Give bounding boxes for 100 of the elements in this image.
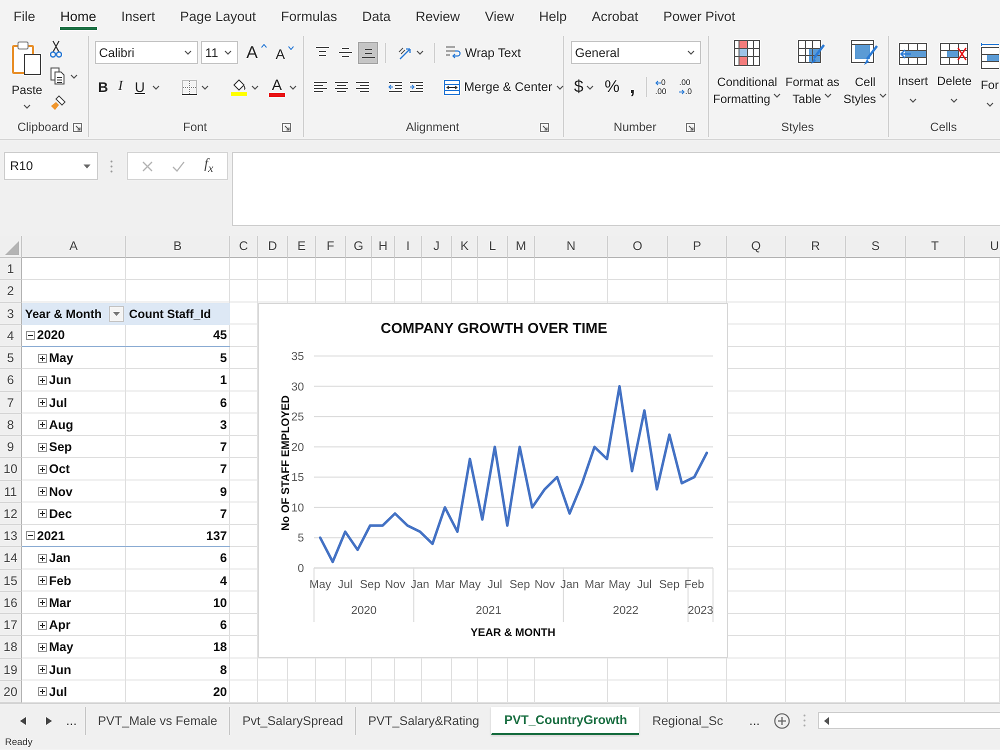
font-style-button[interactable]: B <box>95 76 112 98</box>
plus-box-icon[interactable] <box>38 487 47 496</box>
font-style-button[interactable]: I <box>115 76 126 98</box>
sheet-tab[interactable]: PVT_Male vs Female <box>84 706 230 734</box>
more-sheets-button[interactable]: ... <box>52 713 85 728</box>
row-number: 14 <box>0 547 22 570</box>
minus-box-icon[interactable] <box>26 531 35 540</box>
copy-button[interactable] <box>50 67 78 85</box>
ribbon-tab[interactable]: View <box>472 0 526 32</box>
plus-box-icon[interactable] <box>38 509 47 518</box>
name-box[interactable]: R10 <box>4 152 98 180</box>
align-button[interactable] <box>358 42 378 64</box>
more-sheets-button[interactable]: ... <box>735 713 768 728</box>
dialog-launcher-icon[interactable] <box>686 122 695 132</box>
sheet-tab[interactable]: PVT_CountryGrowth <box>491 706 640 734</box>
plus-box-icon[interactable] <box>38 442 47 452</box>
plus-box-icon[interactable] <box>38 354 47 363</box>
dialog-launcher-icon[interactable] <box>282 122 291 132</box>
triangle-left-icon[interactable] <box>20 716 26 724</box>
align-center-icon <box>334 80 349 94</box>
caret-icon <box>23 104 31 109</box>
style-button[interactable]: Conditional Formatting <box>713 40 782 117</box>
formula-input[interactable] <box>232 152 1000 226</box>
row-number: 9 <box>0 436 22 458</box>
grow-font-button[interactable]: A <box>243 42 270 64</box>
table-cell-text: 7 <box>219 506 228 523</box>
plus-box-icon[interactable] <box>38 576 47 586</box>
table-cell-text: 6 <box>219 617 228 634</box>
cell-brush-icon <box>851 40 880 66</box>
group-label: Styles <box>781 120 814 134</box>
paste-button[interactable]: Paste <box>10 39 44 117</box>
row-label: Jul <box>49 684 68 699</box>
plus-box-icon[interactable] <box>38 620 47 630</box>
ribbon-tab[interactable]: Data <box>350 0 404 32</box>
plus-box-icon[interactable] <box>38 642 47 652</box>
axis-title: No OF STAFF EMPLOYED <box>280 394 292 530</box>
ribbon-tab[interactable]: Insert <box>108 0 168 32</box>
ribbon-tab[interactable]: Formulas <box>268 0 350 32</box>
plus-circle-icon[interactable] <box>774 712 790 728</box>
decimal-button[interactable]: 0 .00 <box>655 78 676 96</box>
percent-button[interactable]: % <box>601 75 623 99</box>
row-label: Jan <box>49 551 71 566</box>
filter-button[interactable] <box>109 306 124 322</box>
font-color-button[interactable]: A <box>266 76 300 98</box>
minus-box-icon[interactable] <box>26 330 35 340</box>
axis-tick-label: May <box>608 578 630 590</box>
ribbon-tab[interactable]: Acrobat <box>579 0 651 32</box>
group-label: Number <box>614 120 656 134</box>
axis-tick-label: Jul <box>637 578 652 590</box>
dots-icon[interactable] <box>802 714 806 727</box>
comma-button[interactable]: , <box>626 75 638 99</box>
axis-tick-label: 25 <box>291 411 304 424</box>
merge-center-button[interactable]: Merge & Center <box>441 76 568 98</box>
plus-box-icon[interactable] <box>38 420 47 430</box>
horizontal-scrollbar[interactable] <box>818 712 1000 729</box>
ribbon-tab[interactable]: Power Pivot <box>650 0 748 32</box>
column-letter: T <box>906 236 965 258</box>
plus-box-icon[interactable] <box>38 598 47 608</box>
currency-button[interactable]: $ <box>571 75 598 99</box>
caret-icon <box>250 84 259 90</box>
number-format-field[interactable]: General <box>571 41 701 64</box>
table-cell-text: 6 <box>219 394 228 412</box>
plus-box-icon[interactable] <box>38 665 47 674</box>
ribbon-tab[interactable]: Review <box>403 0 472 32</box>
shrink-font-button[interactable]: A <box>272 42 297 64</box>
table-cell-text: 18 <box>212 639 228 656</box>
plus-box-icon[interactable] <box>38 376 47 385</box>
style-button[interactable]: Cell Styles <box>843 40 888 117</box>
wrap-text-button[interactable]: Wrap Text <box>442 42 524 64</box>
plus-box-icon[interactable] <box>38 398 47 408</box>
triangle-right-icon[interactable] <box>46 716 52 724</box>
dialog-launcher-icon[interactable] <box>73 122 82 132</box>
ribbon-tab[interactable]: Page Layout <box>168 0 268 32</box>
font-style-button[interactable]: U <box>132 76 163 98</box>
row-number: 13 <box>0 525 22 548</box>
cells-button[interactable]: Delete <box>937 40 972 117</box>
sheet-tab[interactable]: Pvt_SalarySpread <box>229 706 356 734</box>
ribbon-tab[interactable]: File <box>1 0 48 32</box>
font-name-field[interactable]: Calibri <box>95 41 198 64</box>
plus-box-icon[interactable] <box>38 554 47 563</box>
plus-box-icon[interactable] <box>38 464 47 474</box>
sheet-tab[interactable]: Regional_Sc <box>639 706 736 734</box>
insert-function-button[interactable]: f$_{x}$ <box>204 157 214 175</box>
caret-icon <box>773 93 782 98</box>
style-button[interactable]: Format as Table <box>785 40 840 117</box>
align-top-icon <box>314 46 330 59</box>
axis-group-label: 2022 <box>612 604 639 616</box>
plus-box-icon[interactable] <box>38 687 47 696</box>
cells-button[interactable]: Insert <box>898 40 928 117</box>
cells-button[interactable]: For <box>980 40 999 117</box>
caret-icon <box>83 164 91 168</box>
check-icon[interactable] <box>172 160 185 172</box>
triangle-left-icon[interactable] <box>824 716 829 724</box>
caret-icon <box>687 50 695 55</box>
dialog-launcher-icon[interactable] <box>540 122 549 132</box>
ribbon-tab[interactable]: Help <box>526 0 580 32</box>
decimal-button[interactable]: .00 .0 <box>679 78 700 96</box>
align-middle-icon <box>338 46 352 59</box>
font-size-field[interactable]: 11 <box>201 41 238 64</box>
dots-icon[interactable] <box>110 160 113 173</box>
